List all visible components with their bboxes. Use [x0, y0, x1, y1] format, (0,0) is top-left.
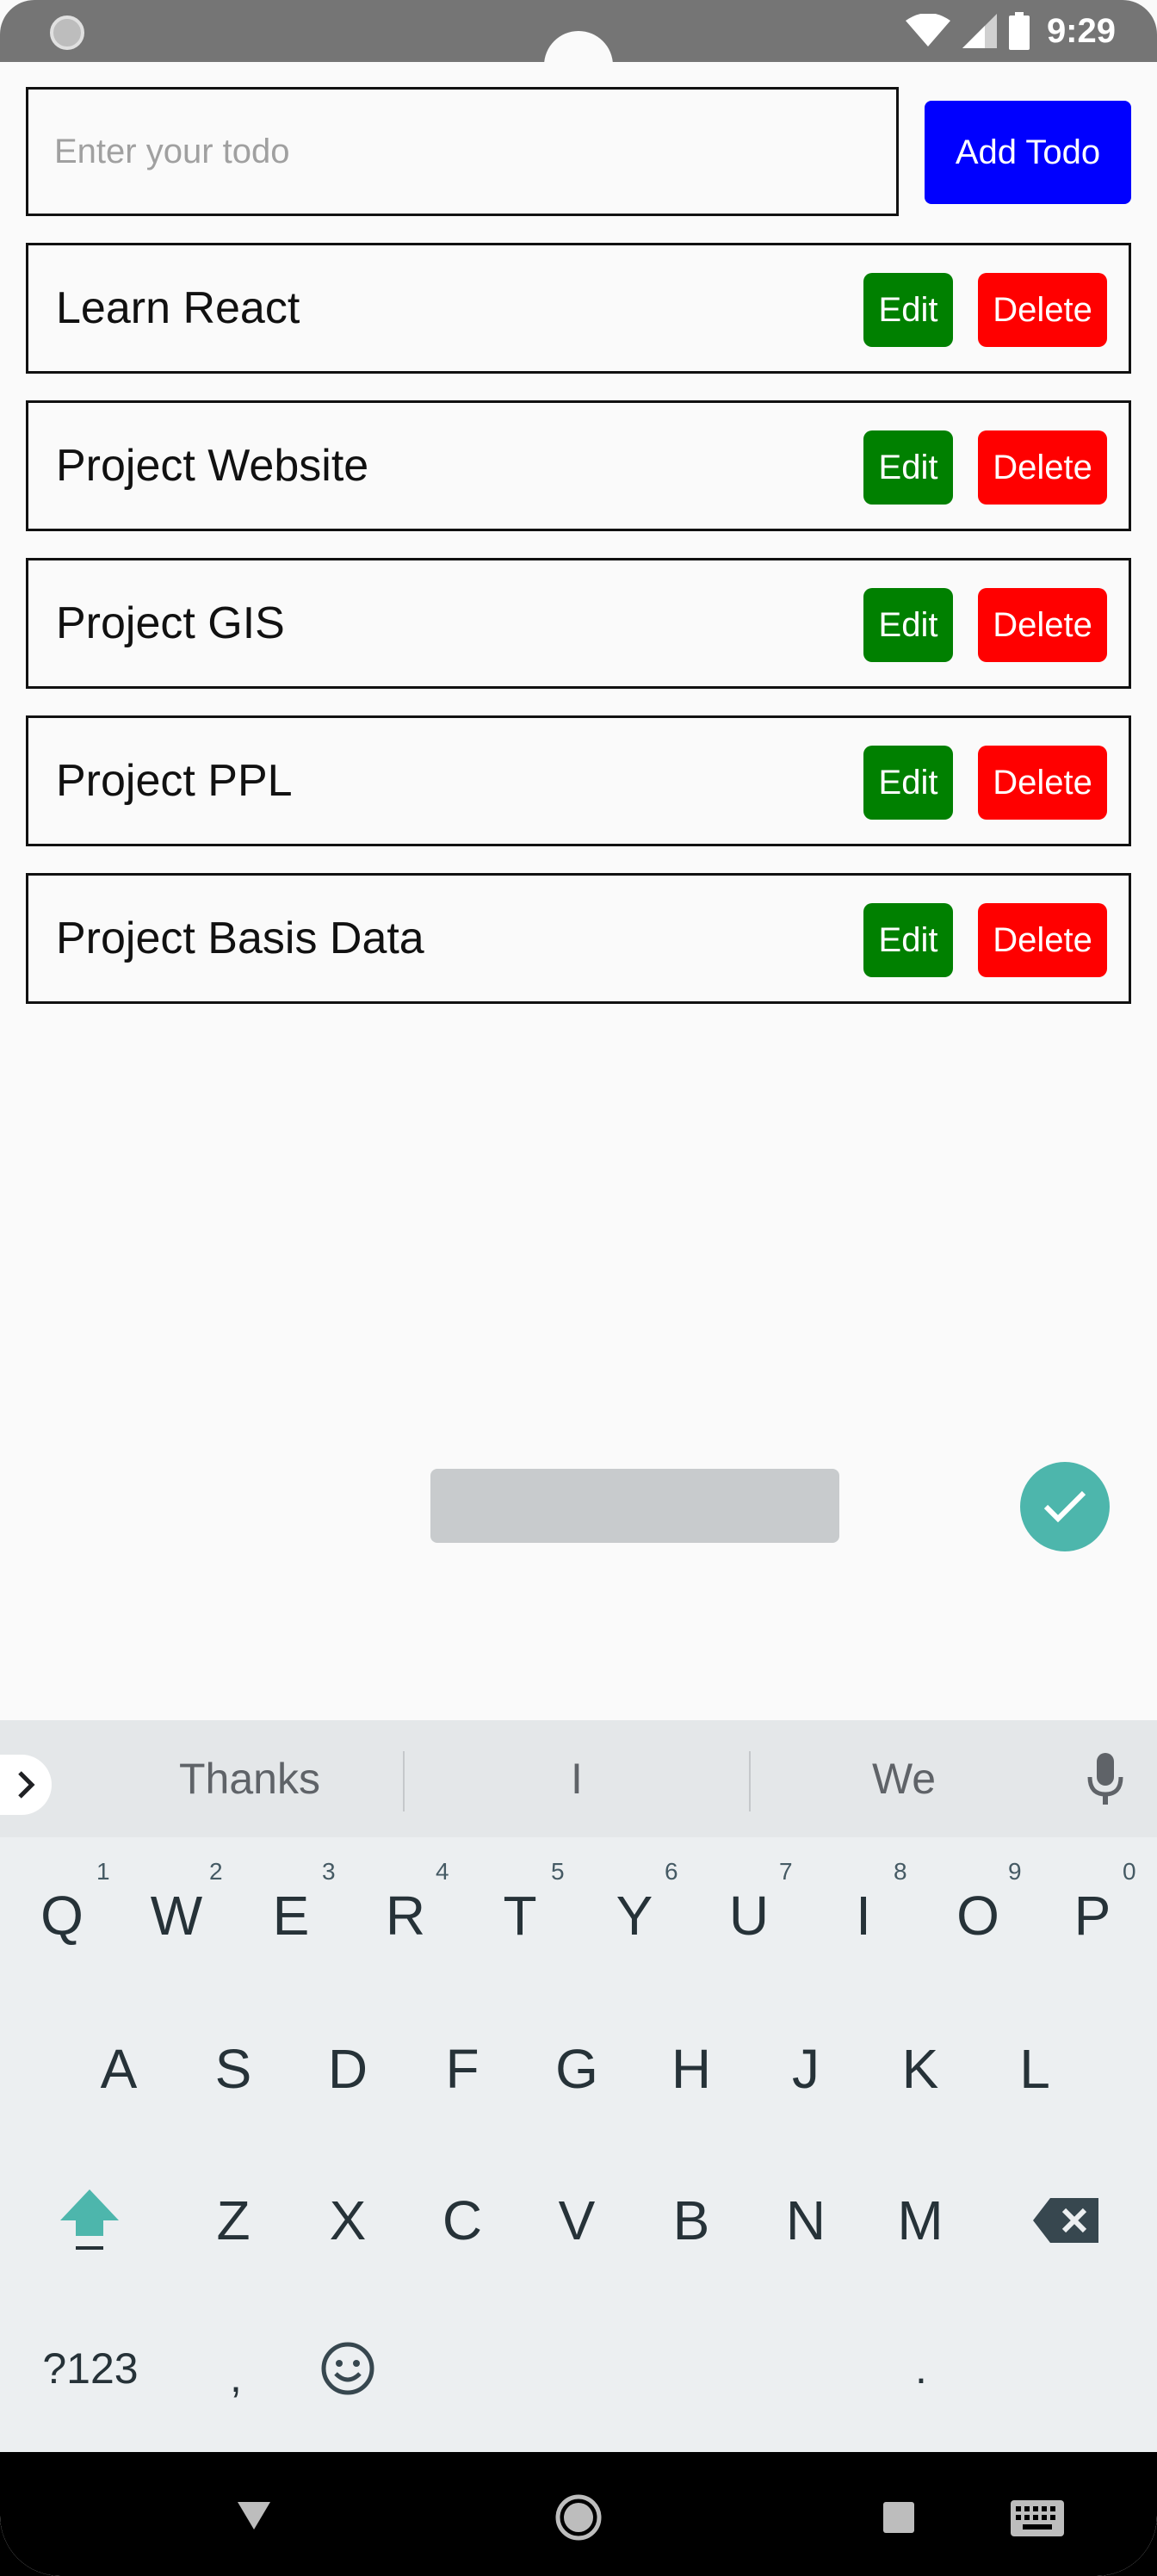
key-j[interactable]: J — [754, 2004, 857, 2133]
edit-button[interactable]: Edit — [863, 430, 953, 505]
key-hint: 8 — [894, 1858, 907, 1885]
key-b[interactable]: B — [640, 2156, 743, 2285]
delete-button[interactable]: Delete — [978, 903, 1107, 977]
backspace-key[interactable] — [1014, 2156, 1117, 2285]
key-hint: 7 — [779, 1858, 793, 1885]
todo-item: Project Basis Data Edit Delete — [26, 873, 1131, 1004]
checkmark-icon — [1043, 1490, 1086, 1523]
emoji-icon — [321, 2342, 374, 2395]
navigation-bar — [0, 2452, 1157, 2576]
edit-button[interactable]: Edit — [863, 588, 953, 662]
key-hint: 3 — [322, 1858, 336, 1885]
todo-text: Project Website — [56, 441, 369, 491]
wifi-icon — [905, 14, 950, 48]
key-x[interactable]: X — [296, 2156, 399, 2285]
key-hint: 9 — [1008, 1858, 1022, 1885]
suggestion-divider — [749, 1751, 751, 1811]
suggestion-bar: Thanks I We — [0, 1720, 1157, 1837]
key-hint: 0 — [1123, 1858, 1136, 1885]
suggestion-1[interactable]: Thanks — [121, 1744, 379, 1813]
key-l[interactable]: L — [983, 2004, 1086, 2133]
recents-icon[interactable] — [883, 2502, 914, 2537]
key-n[interactable]: N — [754, 2156, 857, 2285]
todo-text: Project Basis Data — [56, 913, 424, 963]
microphone-icon[interactable] — [1086, 1751, 1124, 1812]
todo-text: Project PPL — [56, 756, 293, 806]
key-v[interactable]: V — [525, 2156, 628, 2285]
chevron-right-icon[interactable] — [0, 1755, 52, 1815]
todo-item: Project Website Edit Delete — [26, 400, 1131, 531]
key-hint: 2 — [209, 1858, 223, 1885]
back-icon[interactable] — [236, 2500, 272, 2536]
key-g[interactable]: G — [525, 2004, 628, 2133]
key-f[interactable]: F — [411, 2004, 514, 2133]
delete-button[interactable]: Delete — [978, 588, 1107, 662]
delete-button[interactable]: Delete — [978, 746, 1107, 820]
period-key[interactable]: . — [869, 2304, 973, 2433]
delete-button[interactable]: Delete — [978, 273, 1107, 347]
delete-button[interactable]: Delete — [978, 430, 1107, 505]
backspace-icon — [1033, 2198, 1098, 2243]
status-icons: 9:29 — [905, 5, 1116, 57]
todo-item: Learn React Edit Delete — [26, 243, 1131, 374]
phone-screen: 9:29 Add Todo Learn React Edit Delete Pr… — [0, 0, 1157, 2576]
suggestion-divider — [403, 1751, 405, 1811]
battery-icon — [1008, 12, 1030, 50]
todo-input[interactable] — [26, 87, 899, 216]
todo-list: Learn React Edit Delete Project Website … — [26, 243, 1131, 1031]
edit-button[interactable]: Edit — [863, 903, 953, 977]
key-s[interactable]: S — [182, 2004, 285, 2133]
signal-icon — [962, 14, 997, 48]
status-time: 9:29 — [1046, 11, 1116, 50]
key-m[interactable]: M — [869, 2156, 972, 2285]
notification-icon — [50, 15, 84, 50]
add-todo-button[interactable]: Add Todo — [925, 101, 1131, 204]
todo-item: Project GIS Edit Delete — [26, 558, 1131, 689]
keyboard-switch-icon[interactable] — [1011, 2500, 1064, 2541]
key-z[interactable]: Z — [182, 2156, 285, 2285]
space-key[interactable] — [430, 1469, 839, 1543]
todo-text: Project GIS — [56, 598, 285, 648]
emoji-key[interactable] — [296, 2304, 399, 2433]
shift-key[interactable] — [38, 2156, 141, 2285]
key-c[interactable]: C — [411, 2156, 514, 2285]
todo-item: Project PPL Edit Delete — [26, 715, 1131, 846]
key-h[interactable]: H — [640, 2004, 743, 2133]
key-hint: 6 — [665, 1858, 678, 1885]
key-k[interactable]: K — [869, 2004, 972, 2133]
key-hint: 4 — [436, 1858, 449, 1885]
key-hint: 1 — [96, 1858, 110, 1885]
home-icon[interactable] — [554, 2493, 603, 2546]
symbols-key[interactable]: ?123 — [17, 2304, 164, 2433]
edit-button[interactable]: Edit — [863, 746, 953, 820]
suggestion-3[interactable]: We — [775, 1744, 1033, 1813]
shift-icon — [60, 2189, 119, 2250]
todo-text: Learn React — [56, 283, 300, 333]
key-d[interactable]: D — [296, 2004, 399, 2133]
suggestion-2[interactable]: I — [448, 1744, 706, 1813]
comma-key[interactable]: , — [184, 2313, 288, 2442]
key-a[interactable]: A — [67, 2004, 170, 2133]
key-hint: 5 — [551, 1858, 565, 1885]
enter-key[interactable] — [1020, 1462, 1110, 1551]
edit-button[interactable]: Edit — [863, 273, 953, 347]
